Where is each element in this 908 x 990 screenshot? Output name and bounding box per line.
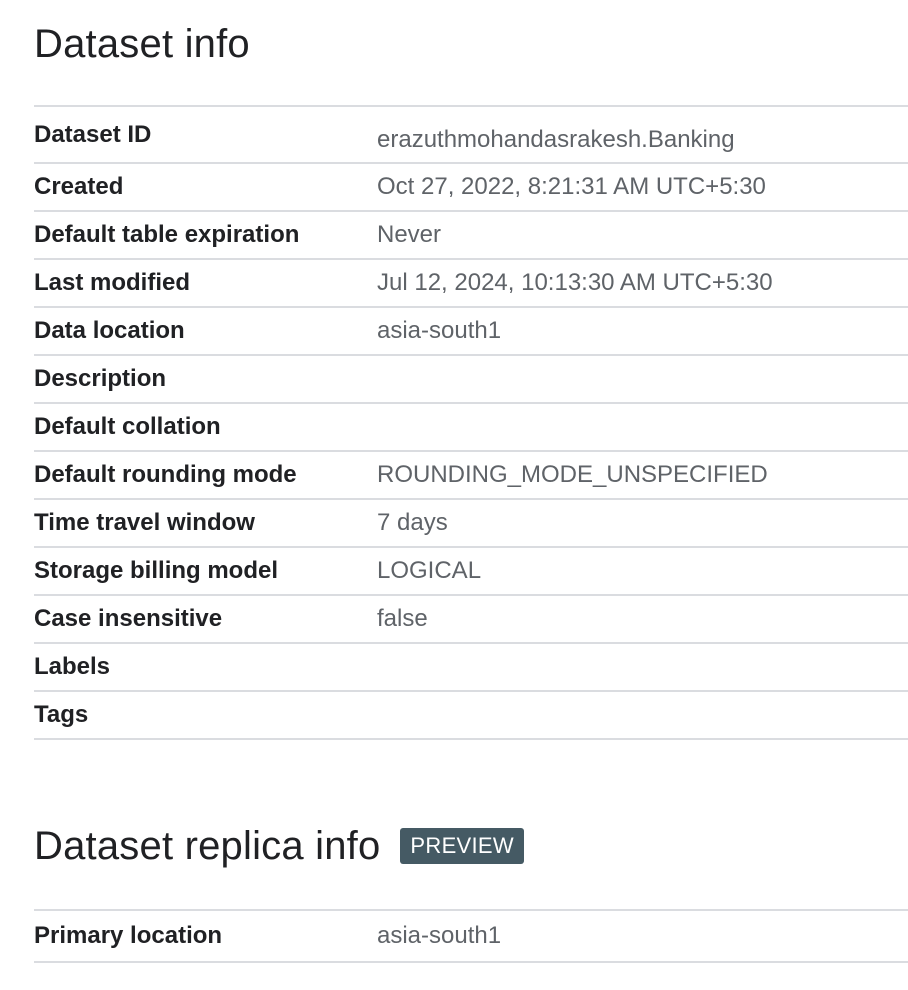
info-row-tags: Tags <box>34 692 908 740</box>
info-row-default-collation: Default collation <box>34 404 908 452</box>
row-value: LOGICAL <box>377 557 482 584</box>
info-row-last-modified: Last modified Jul 12, 2024, 10:13:30 AM … <box>34 260 908 308</box>
row-label: Last modified <box>34 269 191 296</box>
info-row-default-rounding-mode: Default rounding mode ROUNDING_MODE_UNSP… <box>34 452 908 500</box>
info-row-default-table-expiration: Default table expiration Never <box>34 212 908 260</box>
row-label: Description <box>34 365 167 392</box>
row-value: erazuthmohandasrakesh.Banking <box>377 126 735 153</box>
row-label: Tags <box>34 701 89 728</box>
row-value: Never <box>377 221 442 248</box>
row-label: Created <box>34 173 124 200</box>
row-label: Time travel window <box>34 509 255 536</box>
row-label: Default rounding mode <box>34 461 297 488</box>
info-row-created: Created Oct 27, 2022, 8:21:31 AM UTC+5:3… <box>34 164 908 212</box>
row-value: ROUNDING_MODE_UNSPECIFIED <box>377 461 768 488</box>
replica-info-title: Dataset replica info <box>34 824 381 868</box>
info-row-labels: Labels <box>34 644 908 692</box>
replica-info-table: Primary location asia-south1 <box>34 909 908 963</box>
row-value: Jul 12, 2024, 10:13:30 AM UTC+5:30 <box>377 269 773 296</box>
dataset-info-table: Dataset ID erazuthmohandasrakesh.Banking… <box>34 105 908 740</box>
replica-info-header: Dataset replica info PREVIEW <box>34 826 524 866</box>
row-value: 7 days <box>377 509 448 536</box>
info-row-storage-billing-model: Storage billing model LOGICAL <box>34 548 908 596</box>
dataset-info-title: Dataset info <box>34 22 250 66</box>
row-value: asia-south1 <box>377 922 502 949</box>
row-label: Case insensitive <box>34 605 223 632</box>
info-row-time-travel-window: Time travel window 7 days <box>34 500 908 548</box>
row-label: Labels <box>34 653 111 680</box>
row-value: false <box>377 605 428 632</box>
row-label: Dataset ID <box>34 121 152 148</box>
preview-badge: PREVIEW <box>400 828 524 864</box>
row-value: asia-south1 <box>377 317 502 344</box>
info-row-dataset-id: Dataset ID erazuthmohandasrakesh.Banking <box>34 107 908 164</box>
row-value: Oct 27, 2022, 8:21:31 AM UTC+5:30 <box>377 173 766 200</box>
info-row-data-location: Data location asia-south1 <box>34 308 908 356</box>
row-label: Primary location <box>34 922 223 949</box>
replica-row-primary-location: Primary location asia-south1 <box>34 911 908 963</box>
row-label: Default collation <box>34 413 221 440</box>
info-row-case-insensitive: Case insensitive false <box>34 596 908 644</box>
info-row-description: Description <box>34 356 908 404</box>
row-label: Data location <box>34 317 185 344</box>
row-label: Default table expiration <box>34 221 300 248</box>
row-label: Storage billing model <box>34 557 279 584</box>
